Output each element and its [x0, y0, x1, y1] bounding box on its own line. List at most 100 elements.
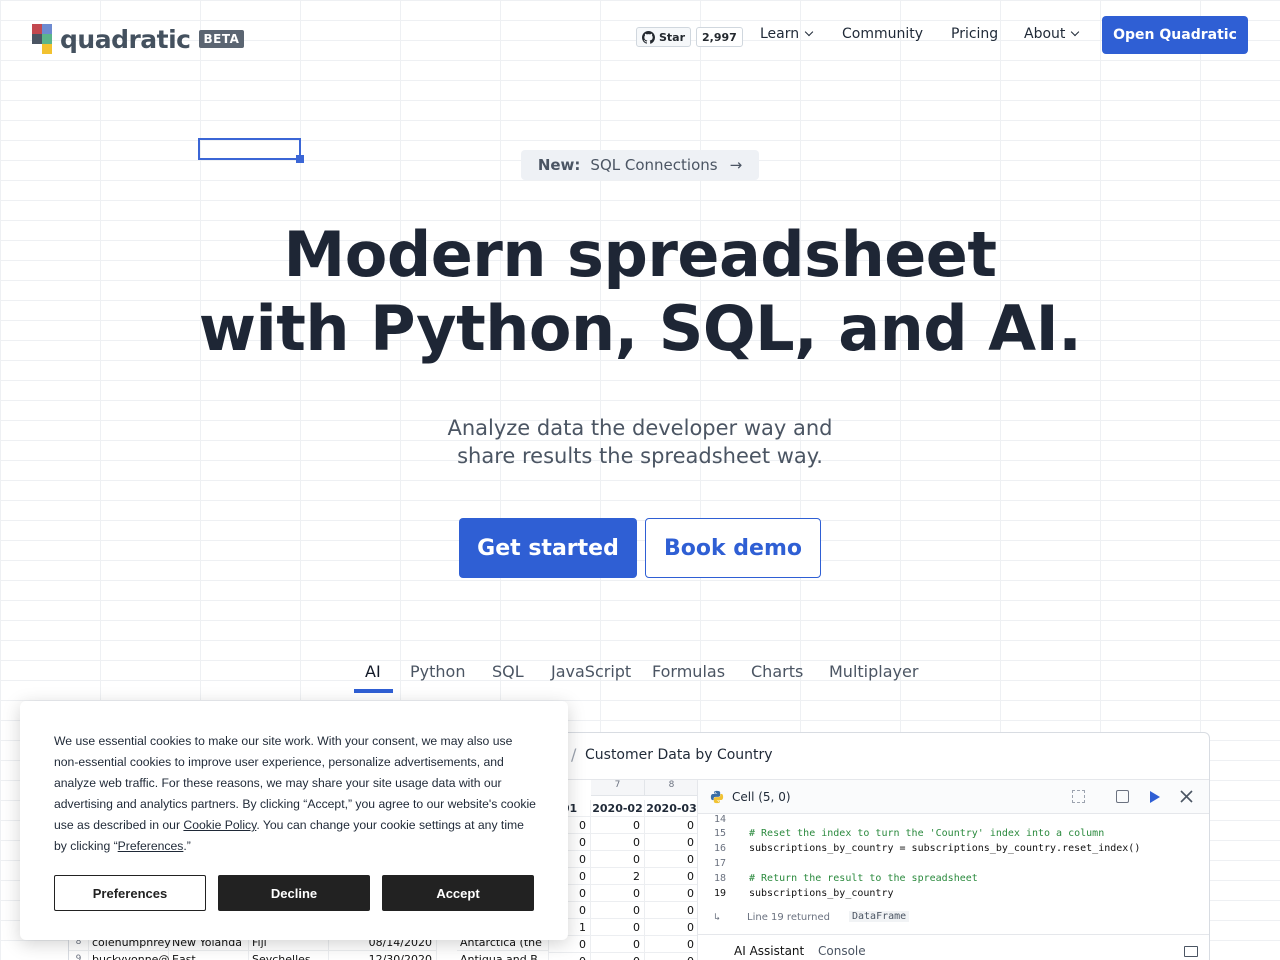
github-star-button[interactable]: Star — [636, 27, 692, 47]
tab-multiplayer[interactable]: Multiplayer — [829, 662, 918, 694]
grid-cell[interactable]: 0 — [591, 817, 645, 834]
decorative-cell-cursor — [198, 138, 301, 160]
sheet-title: Customer Data by Country — [585, 747, 773, 763]
line-number: 18 — [714, 873, 727, 884]
code-editor-footer: AI Assistant Console — [698, 934, 1209, 960]
code-editor-panel: Cell (5, 0) 14 15 # Reset the index to t… — [697, 780, 1209, 960]
top-nav: quadratic BETA Star 2,997 Learn Communit… — [0, 0, 1280, 72]
grid-cell[interactable]: 0 — [591, 919, 645, 936]
code-line: subscriptions_by_country = subscriptions… — [749, 843, 1141, 854]
result-type-badge: DataFrame — [849, 911, 910, 922]
open-quadratic-button[interactable]: Open Quadratic — [1102, 16, 1248, 54]
cookie-consent-banner: We use essential cookies to make our sit… — [20, 701, 568, 940]
python-icon — [710, 790, 724, 804]
snippet-icon[interactable] — [1116, 790, 1129, 803]
cookie-message: We use essential cookies to make our sit… — [54, 731, 538, 857]
cookie-policy-link[interactable]: Cookie Policy — [183, 818, 256, 832]
grid-cell[interactable]: 0 — [591, 851, 645, 868]
announcement-text: SQL Connections — [590, 156, 718, 174]
grid-cell[interactable]: 0 — [591, 902, 645, 919]
grid-cell[interactable]: Antigua and B — [457, 951, 549, 960]
logo[interactable]: quadratic BETA — [32, 24, 245, 54]
grid-cell[interactable]: Seychelles — [249, 951, 329, 960]
nav-about[interactable]: About — [1024, 26, 1080, 42]
cookie-preferences-button[interactable]: Preferences — [54, 875, 206, 911]
grid-header-cell[interactable]: 2020-02 — [591, 800, 645, 817]
column-header[interactable]: 8 — [645, 780, 699, 796]
grid-cell[interactable]: 0 — [645, 868, 699, 885]
tab-python[interactable]: Python — [410, 662, 465, 694]
breadcrumb-separator: / — [571, 745, 577, 764]
column-header[interactable]: 7 — [591, 780, 645, 796]
close-icon[interactable] — [1180, 790, 1193, 803]
nav-learn[interactable]: Learn — [760, 26, 814, 42]
announcement-label: New: — [537, 156, 581, 174]
grid-cell[interactable]: 0 — [645, 885, 699, 902]
github-star-widget[interactable]: Star 2,997 — [636, 27, 743, 47]
beta-badge: BETA — [198, 30, 245, 48]
grid-cell[interactable]: 0 — [549, 953, 591, 960]
grid-cell[interactable]: 0 — [645, 919, 699, 936]
grid-cell[interactable]: buckyvonne@ — [89, 951, 169, 960]
grid-cell[interactable]: 0 — [591, 936, 645, 953]
grid-cell[interactable]: 0 — [645, 902, 699, 919]
line-number: 17 — [714, 858, 727, 869]
grid-cell[interactable]: 0 — [645, 851, 699, 868]
nav-community-label: Community — [842, 26, 924, 42]
cookie-text-part: .” — [183, 839, 191, 853]
arrow-right-icon: → — [729, 156, 743, 174]
github-star-count[interactable]: 2,997 — [696, 27, 743, 47]
tab-formulas[interactable]: Formulas — [652, 662, 725, 694]
line-number: 19 — [714, 888, 727, 899]
chevron-down-icon — [1071, 27, 1080, 37]
grid-header-cell[interactable]: 2020-03 — [645, 800, 699, 817]
grid-cell[interactable]: 0 — [645, 936, 699, 953]
logo-mark-icon — [32, 24, 52, 54]
cookie-decline-button[interactable]: Decline — [218, 875, 370, 911]
grid-cell[interactable]: 0 — [645, 953, 699, 960]
active-tab-indicator — [354, 689, 393, 693]
row-header[interactable]: 9 — [69, 951, 89, 960]
code-cell-name: Cell (5, 0) — [732, 790, 791, 804]
cookie-accept-button[interactable]: Accept — [382, 875, 534, 911]
tab-charts[interactable]: Charts — [751, 662, 803, 694]
grid-cell[interactable]: 0 — [591, 953, 645, 960]
grid-cell[interactable]: 0 — [645, 817, 699, 834]
tab-sql[interactable]: SQL — [492, 662, 524, 694]
nav-community[interactable]: Community — [842, 26, 923, 42]
return-arrow-icon: ↳ — [714, 912, 721, 923]
select-cell-icon[interactable] — [1072, 790, 1085, 803]
cookie-preferences-link[interactable]: Preferences — [118, 839, 184, 853]
grid-cell[interactable]: 12/30/2020 — [329, 951, 437, 960]
code-line: subscriptions_by_country — [749, 888, 894, 899]
subheading-line-1: Analyze data the developer way and — [447, 416, 833, 440]
tab-console[interactable]: Console — [818, 944, 866, 958]
grid-cell[interactable]: 2 — [591, 868, 645, 885]
grid-cell[interactable]: 0 — [591, 834, 645, 851]
nav-pricing[interactable]: Pricing — [951, 26, 998, 42]
panel-toggle-icon[interactable] — [1184, 946, 1198, 957]
nav-learn-label: Learn — [760, 26, 800, 42]
github-star-label: Star — [659, 30, 686, 44]
tab-javascript[interactable]: JavaScript — [551, 662, 631, 694]
line-number: 14 — [714, 814, 727, 825]
announcement-pill[interactable]: New: SQL Connections → — [521, 150, 759, 180]
line-number: 15 — [714, 828, 727, 839]
headline-line-2: with Python, SQL, and AI. — [198, 292, 1082, 365]
grid-cell[interactable]: East Normanc — [169, 951, 249, 960]
logo-text: quadratic — [60, 24, 191, 54]
line-number: 16 — [714, 843, 727, 854]
book-demo-button[interactable]: Book demo — [645, 518, 821, 578]
result-label: Line 19 returned — [747, 912, 830, 923]
code-line: # Return the result to the spreadsheet — [749, 873, 978, 884]
subheading-line-2: share results the spreadsheet way. — [457, 444, 823, 468]
headline-line-1: Modern spreadsheet — [283, 218, 997, 291]
get-started-button[interactable]: Get started — [459, 518, 637, 578]
run-icon[interactable] — [1148, 790, 1161, 804]
code-line: # Reset the index to turn the 'Country' … — [749, 828, 1105, 839]
tab-ai-assistant[interactable]: AI Assistant — [734, 944, 804, 958]
code-editor-header: Cell (5, 0) — [698, 780, 1209, 814]
hero-headline: Modern spreadsheet with Python, SQL, and… — [0, 218, 1280, 366]
grid-cell[interactable]: 0 — [591, 885, 645, 902]
grid-cell[interactable]: 0 — [645, 834, 699, 851]
